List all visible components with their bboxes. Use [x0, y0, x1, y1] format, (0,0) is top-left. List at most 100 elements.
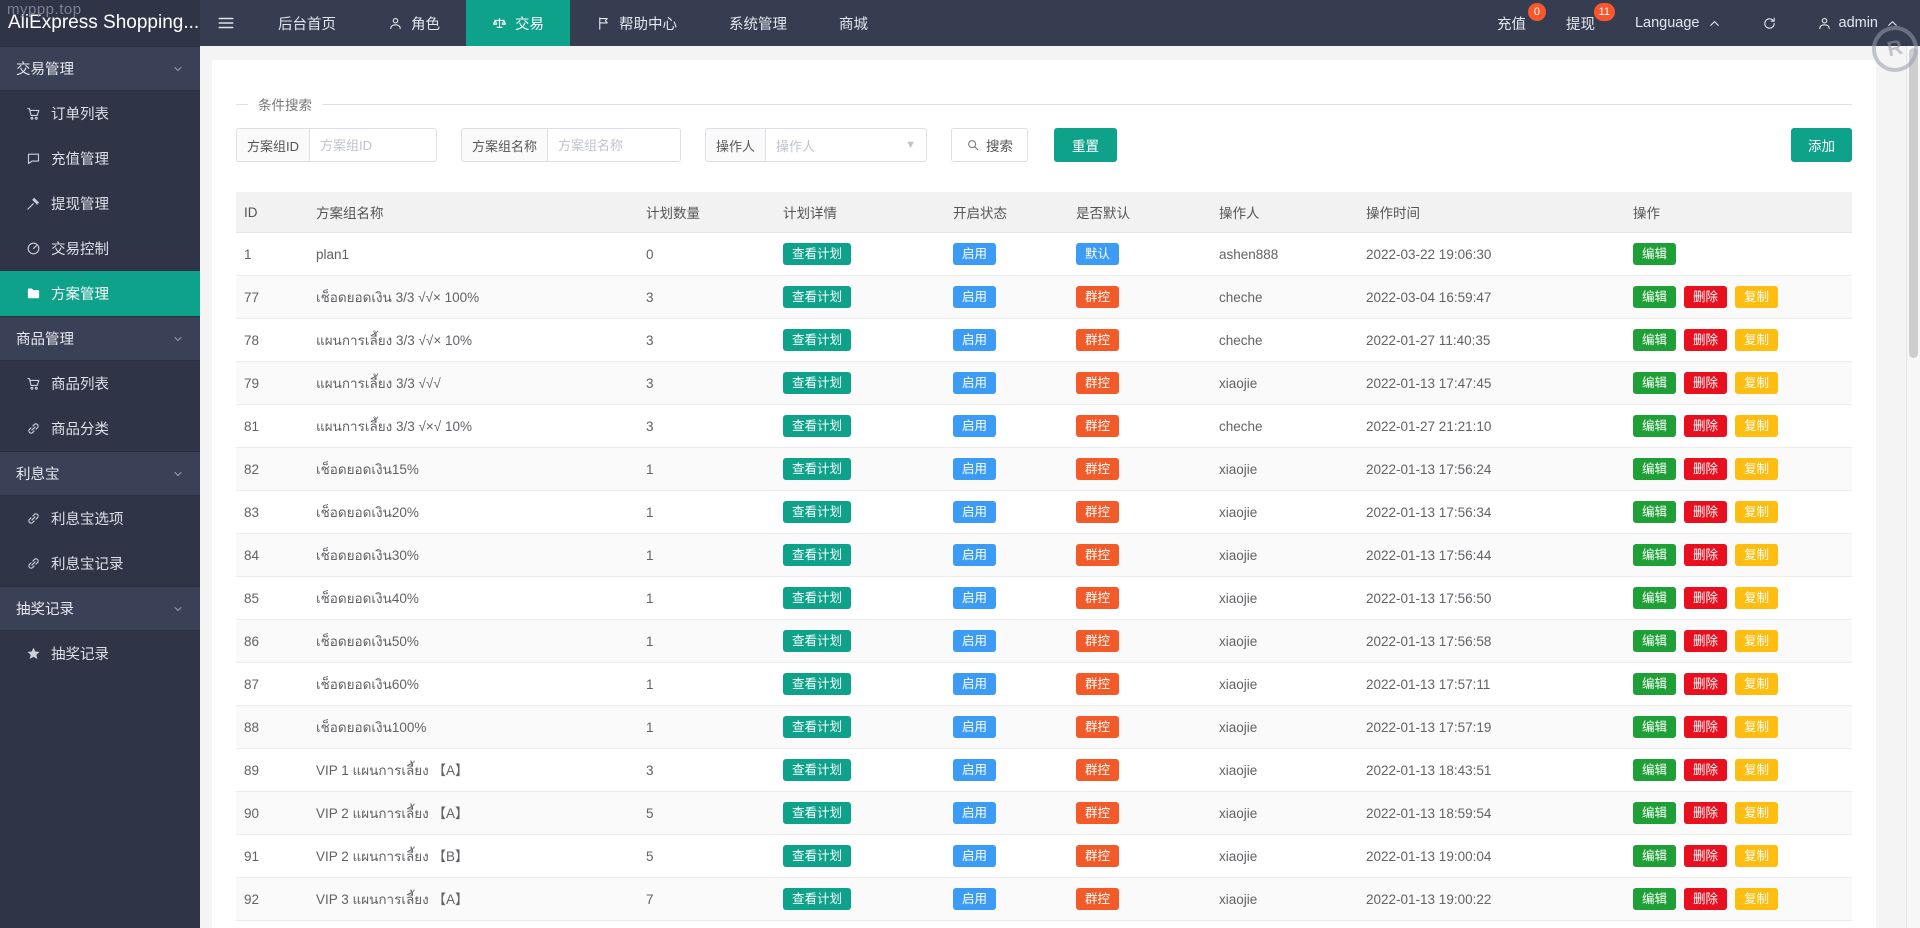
group-control-badge[interactable]: 群控 [1076, 716, 1119, 739]
status-enabled-button[interactable]: 启用 [953, 458, 996, 481]
sidebar-item-6[interactable]: 方案管理 [0, 271, 200, 316]
view-plan-button[interactable]: 查看计划 [783, 243, 851, 266]
sidebar-item-4[interactable]: 提现管理 [0, 181, 200, 226]
sidebar-item-14[interactable]: 抽奖记录 [0, 631, 200, 676]
copy-button[interactable]: 复制 [1735, 630, 1778, 653]
edit-button[interactable]: 编辑 [1633, 415, 1676, 438]
group-control-badge[interactable]: 群控 [1076, 372, 1119, 395]
status-enabled-button[interactable]: 启用 [953, 759, 996, 782]
delete-button[interactable]: 删除 [1684, 888, 1727, 911]
nav-item-3[interactable]: 交易 [466, 0, 570, 46]
group-name-input[interactable] [547, 128, 681, 162]
copy-button[interactable]: 复制 [1735, 802, 1778, 825]
delete-button[interactable]: 删除 [1684, 329, 1727, 352]
sidebar-item-2[interactable]: 订单列表 [0, 91, 200, 136]
edit-button[interactable]: 编辑 [1633, 587, 1676, 610]
copy-button[interactable]: 复制 [1735, 716, 1778, 739]
group-control-badge[interactable]: 群控 [1076, 501, 1119, 524]
edit-button[interactable]: 编辑 [1633, 458, 1676, 481]
sidebar-item-5[interactable]: 交易控制 [0, 226, 200, 271]
delete-button[interactable]: 删除 [1684, 845, 1727, 868]
status-enabled-button[interactable]: 启用 [953, 415, 996, 438]
view-plan-button[interactable]: 查看计划 [783, 286, 851, 309]
group-control-badge[interactable]: 群控 [1076, 630, 1119, 653]
view-plan-button[interactable]: 查看计划 [783, 673, 851, 696]
sidebar-group-13[interactable]: 抽奖记录 [0, 586, 200, 631]
group-control-badge[interactable]: 群控 [1076, 673, 1119, 696]
view-plan-button[interactable]: 查看计划 [783, 888, 851, 911]
nav-item-5[interactable]: 系统管理 [703, 0, 813, 46]
view-plan-button[interactable]: 查看计划 [783, 759, 851, 782]
edit-button[interactable]: 编辑 [1633, 544, 1676, 567]
copy-button[interactable]: 复制 [1735, 458, 1778, 481]
copy-button[interactable]: 复制 [1735, 587, 1778, 610]
edit-button[interactable]: 编辑 [1633, 630, 1676, 653]
group-id-input[interactable] [309, 128, 437, 162]
copy-button[interactable]: 复制 [1735, 845, 1778, 868]
recharge-menu-item[interactable]: 充值 0 [1477, 0, 1546, 46]
delete-button[interactable]: 删除 [1684, 286, 1727, 309]
sidebar-toggle-button[interactable] [200, 0, 252, 46]
delete-button[interactable]: 删除 [1684, 501, 1727, 524]
copy-button[interactable]: 复制 [1735, 286, 1778, 309]
group-control-badge[interactable]: 群控 [1076, 888, 1119, 911]
delete-button[interactable]: 删除 [1684, 673, 1727, 696]
group-control-badge[interactable]: 群控 [1076, 845, 1119, 868]
copy-button[interactable]: 复制 [1735, 759, 1778, 782]
group-control-badge[interactable]: 群控 [1076, 802, 1119, 825]
view-plan-button[interactable]: 查看计划 [783, 587, 851, 610]
nav-item-1[interactable]: 后台首页 [252, 0, 362, 46]
edit-button[interactable]: 编辑 [1633, 372, 1676, 395]
status-enabled-button[interactable]: 启用 [953, 630, 996, 653]
edit-button[interactable]: 编辑 [1633, 888, 1676, 911]
group-control-badge[interactable]: 群控 [1076, 587, 1119, 610]
copy-button[interactable]: 复制 [1735, 544, 1778, 567]
sidebar-item-12[interactable]: 利息宝记录 [0, 541, 200, 586]
delete-button[interactable]: 删除 [1684, 759, 1727, 782]
status-enabled-button[interactable]: 启用 [953, 544, 996, 567]
delete-button[interactable]: 删除 [1684, 458, 1727, 481]
status-enabled-button[interactable]: 启用 [953, 888, 996, 911]
delete-button[interactable]: 删除 [1684, 544, 1727, 567]
view-plan-button[interactable]: 查看计划 [783, 329, 851, 352]
status-enabled-button[interactable]: 启用 [953, 587, 996, 610]
status-enabled-button[interactable]: 启用 [953, 286, 996, 309]
edit-button[interactable]: 编辑 [1633, 243, 1676, 266]
withdraw-menu-item[interactable]: 提现 11 [1546, 0, 1615, 46]
view-plan-button[interactable]: 查看计划 [783, 544, 851, 567]
copy-button[interactable]: 复制 [1735, 415, 1778, 438]
reset-button[interactable]: 重置 [1054, 128, 1117, 162]
view-plan-button[interactable]: 查看计划 [783, 802, 851, 825]
edit-button[interactable]: 编辑 [1633, 759, 1676, 782]
status-enabled-button[interactable]: 启用 [953, 716, 996, 739]
sidebar-item-9[interactable]: 商品分类 [0, 406, 200, 451]
edit-button[interactable]: 编辑 [1633, 716, 1676, 739]
nav-item-2[interactable]: 角色 [362, 0, 466, 46]
group-control-badge[interactable]: 群控 [1076, 286, 1119, 309]
sidebar-group-1[interactable]: 交易管理 [0, 46, 200, 91]
group-control-badge[interactable]: 群控 [1076, 458, 1119, 481]
edit-button[interactable]: 编辑 [1633, 286, 1676, 309]
sidebar-group-10[interactable]: 利息宝 [0, 451, 200, 496]
delete-button[interactable]: 删除 [1684, 372, 1727, 395]
operator-select[interactable]: 操作人 ▼ [765, 128, 927, 162]
nav-item-6[interactable]: 商城 [813, 0, 894, 46]
status-enabled-button[interactable]: 启用 [953, 372, 996, 395]
copy-button[interactable]: 复制 [1735, 372, 1778, 395]
edit-button[interactable]: 编辑 [1633, 501, 1676, 524]
status-enabled-button[interactable]: 启用 [953, 845, 996, 868]
copy-button[interactable]: 复制 [1735, 501, 1778, 524]
status-enabled-button[interactable]: 启用 [953, 673, 996, 696]
delete-button[interactable]: 删除 [1684, 802, 1727, 825]
delete-button[interactable]: 删除 [1684, 630, 1727, 653]
scrollbar-thumb[interactable] [1909, 48, 1918, 358]
view-plan-button[interactable]: 查看计划 [783, 415, 851, 438]
edit-button[interactable]: 编辑 [1633, 845, 1676, 868]
edit-button[interactable]: 编辑 [1633, 802, 1676, 825]
search-button[interactable]: 搜索 [951, 128, 1028, 162]
view-plan-button[interactable]: 查看计划 [783, 458, 851, 481]
status-enabled-button[interactable]: 启用 [953, 329, 996, 352]
group-control-badge[interactable]: 群控 [1076, 415, 1119, 438]
edit-button[interactable]: 编辑 [1633, 329, 1676, 352]
status-enabled-button[interactable]: 启用 [953, 501, 996, 524]
